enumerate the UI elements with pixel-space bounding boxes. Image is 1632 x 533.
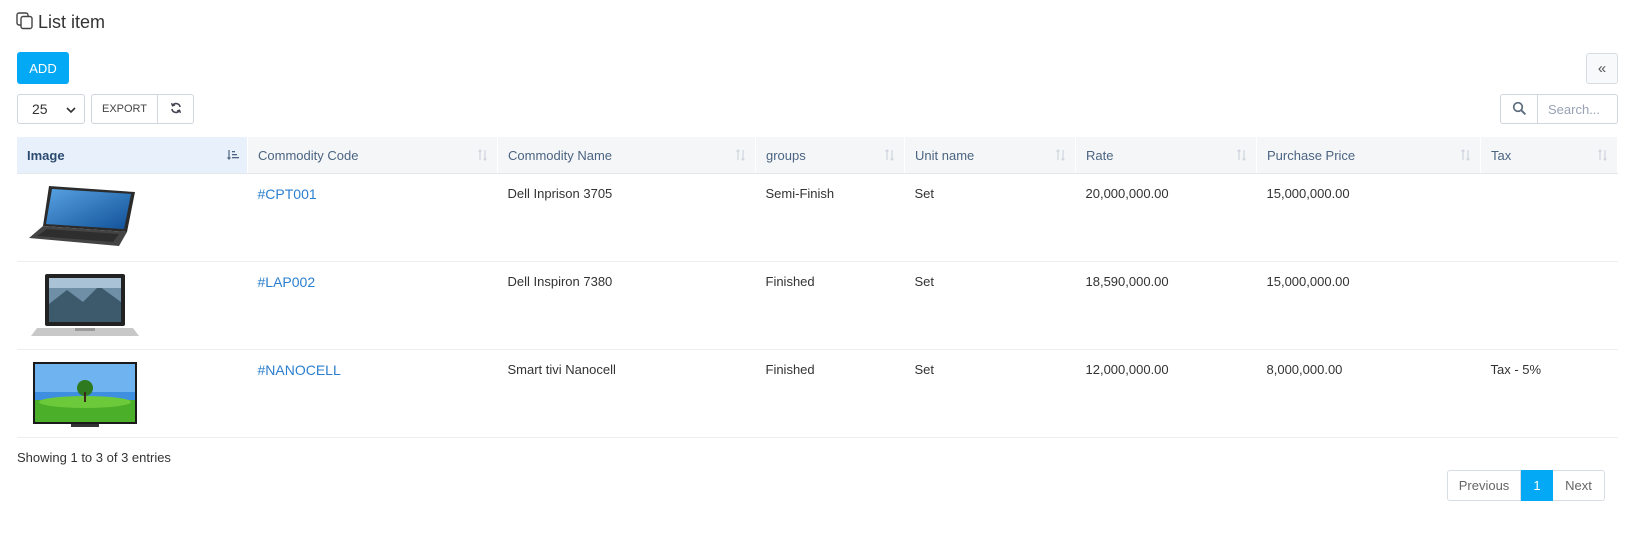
table-row: #LAP002 Dell Inspiron 7380 Finished Set … — [17, 261, 1618, 350]
group-cell: Finished — [755, 261, 905, 350]
table-row: #NANOCELL Smart tivi Nanocell Finished S… — [17, 349, 1618, 438]
sort-ascending-icon — [227, 150, 239, 160]
column-header-label: Unit name — [915, 147, 975, 163]
column-header-commodity-code[interactable]: Commodity Code — [247, 137, 498, 174]
purchase-price-cell: 8,000,000.00 — [1256, 349, 1481, 438]
commodity-code-link[interactable]: #NANOCELL — [258, 362, 341, 378]
collapse-panel-button[interactable]: « — [1586, 53, 1618, 84]
double-chevron-left-icon: « — [1597, 60, 1607, 77]
sort-icon — [885, 149, 894, 161]
rate-cell: 12,000,000.00 — [1075, 349, 1257, 438]
search-box — [1500, 94, 1618, 124]
sort-icon — [1461, 149, 1470, 161]
search-input[interactable] — [1538, 94, 1618, 124]
add-button[interactable]: ADD — [17, 52, 69, 84]
commodity-name-cell: Dell Inspiron 7380 — [497, 261, 756, 350]
refresh-icon — [170, 102, 182, 117]
copy-icon — [16, 12, 34, 33]
column-header-rate[interactable]: Rate — [1075, 137, 1257, 174]
table-toolbar: 25 EXPORT — [17, 94, 194, 124]
commodity-code-cell: #NANOCELL — [247, 349, 498, 438]
column-header-tax[interactable]: Tax — [1480, 137, 1618, 174]
search-icon — [1512, 101, 1526, 118]
items-table: Image Commodity Code Commodity Name grou… — [17, 137, 1618, 438]
search-button[interactable] — [1500, 94, 1538, 124]
group-cell: Finished — [755, 349, 905, 438]
column-header-label: Commodity Name — [508, 147, 613, 163]
column-header-unit-name[interactable]: Unit name — [904, 137, 1076, 174]
sort-icon — [1237, 149, 1246, 161]
page-1-button[interactable]: 1 — [1521, 470, 1553, 501]
column-header-label: Commodity Code — [258, 147, 359, 163]
image-cell — [17, 349, 248, 438]
column-header-purchase-price[interactable]: Purchase Price — [1256, 137, 1481, 174]
column-header-label: Rate — [1086, 147, 1114, 163]
entries-info: Showing 1 to 3 of 3 entries — [17, 450, 171, 465]
commodity-code-cell: #LAP002 — [247, 261, 498, 350]
image-cell — [17, 173, 248, 262]
commodity-name-cell: Smart tivi Nanocell — [497, 349, 756, 438]
column-header-commodity-name[interactable]: Commodity Name — [497, 137, 756, 174]
unit-name-cell: Set — [904, 173, 1076, 262]
page-title-text: List item — [38, 12, 106, 32]
column-header-image[interactable]: Image — [17, 137, 248, 174]
tax-cell — [1480, 173, 1618, 262]
commodity-name-cell: Dell Inprison 3705 — [497, 173, 756, 262]
commodity-code-link[interactable]: #LAP002 — [258, 274, 316, 290]
column-header-label: Purchase Price — [1267, 147, 1356, 163]
tv-image[interactable] — [27, 360, 139, 430]
column-header-label: Tax — [1491, 147, 1512, 163]
export-button-group: EXPORT — [91, 94, 194, 124]
reload-button[interactable] — [158, 94, 194, 124]
page-length-value: 25 — [32, 101, 48, 117]
laptop-image[interactable] — [27, 184, 139, 254]
commodity-code-cell: #CPT001 — [247, 173, 498, 262]
table-row: #CPT001 Dell Inprison 3705 Semi-Finish S… — [17, 173, 1618, 262]
column-header-label: Image — [27, 147, 65, 163]
commodity-code-link[interactable]: #CPT001 — [258, 186, 317, 202]
next-page-button[interactable]: Next — [1553, 470, 1605, 501]
sort-icon — [478, 149, 487, 161]
tax-cell — [1480, 261, 1618, 350]
column-header-groups[interactable]: groups — [755, 137, 905, 174]
group-cell: Semi-Finish — [755, 173, 905, 262]
purchase-price-cell: 15,000,000.00 — [1256, 173, 1481, 262]
purchase-price-cell: 15,000,000.00 — [1256, 261, 1481, 350]
laptop-silver-image[interactable] — [27, 272, 139, 342]
chevron-down-icon — [66, 101, 76, 117]
page-length-select[interactable]: 25 — [17, 94, 85, 124]
export-button[interactable]: EXPORT — [91, 94, 158, 124]
sort-icon — [736, 149, 745, 161]
unit-name-cell: Set — [904, 349, 1076, 438]
rate-cell: 20,000,000.00 — [1075, 173, 1257, 262]
tax-cell: Tax - 5% — [1480, 349, 1618, 438]
table-header-row: Image Commodity Code Commodity Name grou… — [17, 137, 1618, 174]
sort-icon — [1598, 149, 1607, 161]
pagination: Previous 1 Next — [1447, 470, 1605, 501]
image-cell — [17, 261, 248, 350]
previous-page-button[interactable]: Previous — [1447, 470, 1521, 501]
sort-icon — [1056, 149, 1065, 161]
rate-cell: 18,590,000.00 — [1075, 261, 1257, 350]
column-header-label: groups — [766, 147, 806, 163]
unit-name-cell: Set — [904, 261, 1076, 350]
page-title: List item — [16, 12, 105, 33]
